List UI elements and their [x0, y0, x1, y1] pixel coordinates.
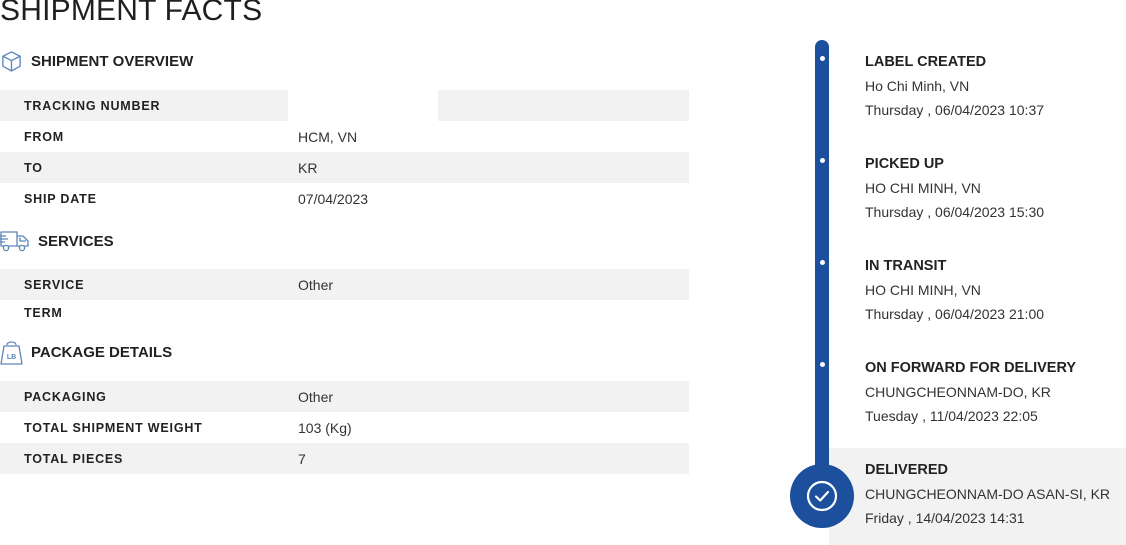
- row-label: TOTAL PIECES: [24, 451, 124, 466]
- timeline-dot: [820, 362, 825, 367]
- event-location: HO CHI MINH, VN: [865, 282, 981, 298]
- timeline-event: LABEL CREATED Ho Chi Minh, VN Thursday ,…: [865, 53, 1044, 119]
- box-icon: [0, 50, 23, 73]
- weight-bag-icon: LB: [0, 339, 23, 365]
- checkmark-icon: [790, 464, 854, 528]
- table-row-service: SERVICE Other: [0, 269, 689, 300]
- event-datetime: Thursday , 06/04/2023 21:00: [865, 306, 1045, 322]
- table-row-total-weight: TOTAL SHIPMENT WEIGHT 103 (Kg): [0, 412, 689, 443]
- event-status: LABEL CREATED: [865, 54, 987, 70]
- truck-icon: [0, 229, 30, 253]
- event-location: Ho Chi Minh, VN: [865, 78, 970, 94]
- timeline-event-delivered: DELIVERED CHUNGCHEONNAM-DO ASAN-SI, KR F…: [865, 461, 1110, 527]
- row-value: HCM, VN: [298, 128, 358, 145]
- svg-text:LB: LB: [7, 354, 16, 361]
- section-title: PACKAGE DETAILS: [31, 343, 173, 361]
- row-label: SHIP DATE: [24, 191, 97, 206]
- timeline-event: PICKED UP HO CHI MINH, VN Thursday , 06/…: [865, 155, 1044, 221]
- table-row-term: TERM: [0, 297, 689, 328]
- event-status: ON FORWARD FOR DELIVERY: [865, 360, 1077, 376]
- event-datetime: Thursday , 06/04/2023 15:30: [865, 204, 1045, 220]
- row-value: KR: [298, 159, 318, 176]
- table-row-from: FROM HCM, VN: [0, 121, 689, 152]
- row-label: SERVICE: [24, 277, 85, 292]
- row-label: PACKAGING: [24, 389, 107, 404]
- event-datetime: Friday , 14/04/2023 14:31: [865, 510, 1025, 526]
- table-row-total-pieces: TOTAL PIECES 7: [0, 443, 689, 474]
- section-title: SHIPMENT OVERVIEW: [31, 53, 194, 70]
- row-label: TO: [24, 160, 43, 175]
- event-status: PICKED UP: [865, 156, 944, 172]
- row-label: TERM: [24, 305, 63, 320]
- row-value: 103 (Kg): [298, 419, 352, 436]
- event-location: CHUNGCHEONNAM-DO ASAN-SI, KR: [865, 486, 1111, 502]
- section-title: SERVICES: [38, 232, 114, 250]
- event-status: IN TRANSIT: [865, 258, 947, 274]
- timeline-dot: [820, 158, 825, 163]
- table-row-ship-date: SHIP DATE 07/04/2023: [0, 183, 689, 214]
- row-value: 07/04/2023: [298, 190, 369, 207]
- shipment-overview-heading: SHIPMENT OVERVIEW: [0, 50, 193, 73]
- row-value: Other: [298, 388, 334, 405]
- event-datetime: Thursday , 06/04/2023 10:37: [865, 102, 1045, 118]
- package-details-heading: LB PACKAGE DETAILS: [0, 339, 172, 365]
- timeline-event: ON FORWARD FOR DELIVERY CHUNGCHEONNAM-DO…: [865, 359, 1076, 425]
- row-value: 7: [298, 450, 306, 467]
- row-label: FROM: [24, 129, 64, 144]
- timeline-event: IN TRANSIT HO CHI MINH, VN Thursday , 06…: [865, 257, 1044, 323]
- row-label: TRACKING NUMBER: [24, 98, 161, 113]
- timeline-dot: [820, 260, 825, 265]
- table-row-packaging: PACKAGING Other: [0, 381, 689, 412]
- services-heading: SERVICES: [0, 229, 114, 253]
- event-location: CHUNGCHEONNAM-DO, KR: [865, 384, 1051, 400]
- timeline-dot: [820, 56, 825, 61]
- table-row-tracking-number: TRACKING NUMBER: [0, 90, 689, 121]
- tracking-number-value-cell: [288, 90, 438, 121]
- row-label: TOTAL SHIPMENT WEIGHT: [24, 420, 203, 435]
- event-location: HO CHI MINH, VN: [865, 180, 981, 196]
- table-row-to: TO KR: [0, 152, 689, 183]
- page-title: SHIPMENT FACTS: [0, 0, 263, 27]
- event-datetime: Tuesday , 11/04/2023 22:05: [865, 408, 1038, 424]
- event-status: DELIVERED: [865, 462, 948, 478]
- row-value: Other: [298, 276, 334, 293]
